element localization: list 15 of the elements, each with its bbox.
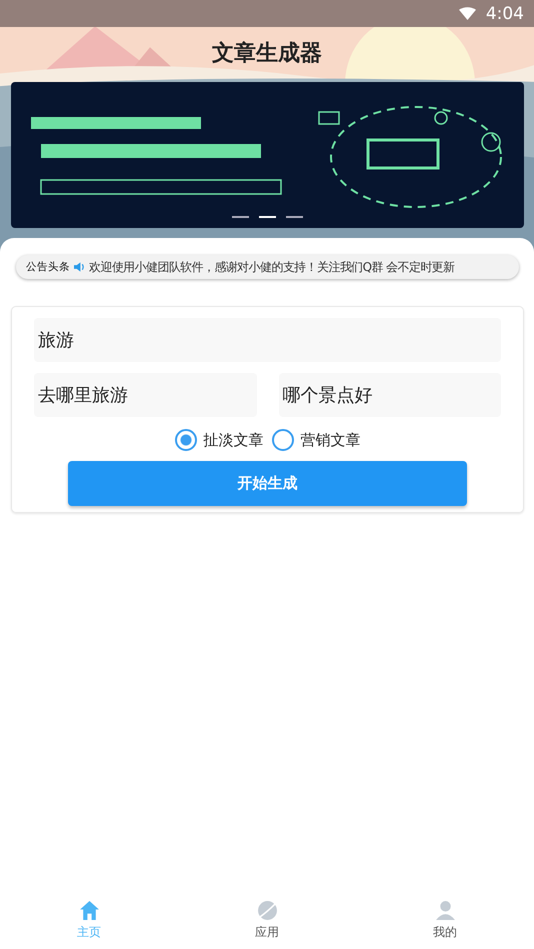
radio-label[interactable]: 营销文章: [300, 430, 360, 450]
input-field[interactable]: 去哪里旅游: [34, 373, 256, 417]
notice-label: 公告头条: [26, 260, 70, 274]
planet-icon: [256, 900, 278, 920]
input-field[interactable]: 哪个景点好: [278, 373, 501, 417]
radio-label[interactable]: 扯淡文章: [204, 430, 264, 450]
radio-button[interactable]: [174, 429, 196, 451]
topic-field[interactable]: 旅游: [34, 318, 501, 362]
notice-text: 欢迎使用小健团队软件，感谢对小健的支持！关注我们Q群 会不定时更新: [89, 258, 454, 276]
speaker-icon: [74, 262, 85, 272]
nav-tab[interactable]: 应用: [227, 900, 307, 940]
radio-button[interactable]: [272, 429, 294, 451]
home-icon: [78, 900, 100, 920]
nav-tab[interactable]: 我的: [405, 900, 485, 940]
user-icon: [434, 900, 456, 920]
